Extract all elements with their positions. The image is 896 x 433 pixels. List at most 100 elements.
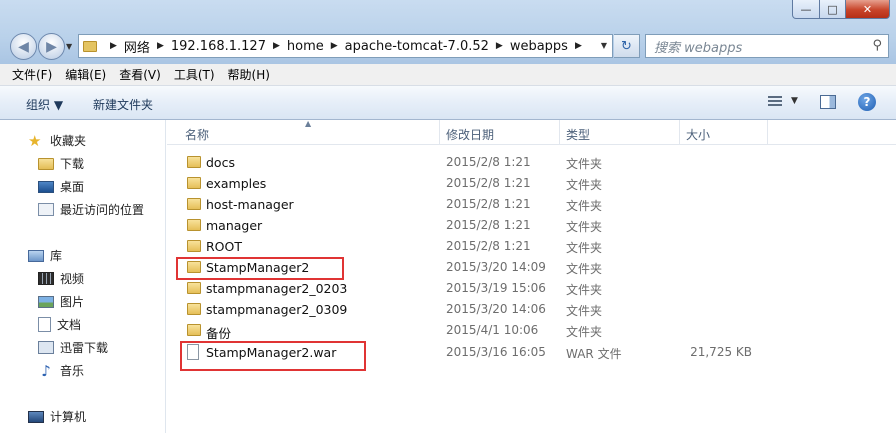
file-name: docs <box>206 155 235 170</box>
refresh-button[interactable]: ↻ <box>614 34 640 58</box>
menu-help[interactable]: 帮助(H) <box>228 66 270 83</box>
minimize-icon: — <box>800 2 812 16</box>
sidebar-item-favorites[interactable]: ★ 收藏夹 <box>28 132 86 149</box>
file-name: manager <box>206 218 263 233</box>
folder-icon <box>83 40 97 52</box>
chevron-right-icon[interactable]: ▶ <box>157 41 164 51</box>
sidebar-item-desktop[interactable]: 桌面 <box>38 178 84 195</box>
chevron-right-icon[interactable]: ▶ <box>110 41 117 51</box>
column-divider[interactable] <box>559 120 560 145</box>
column-divider[interactable] <box>767 120 768 145</box>
file-date: 2015/2/8 1:21 <box>446 239 531 253</box>
sort-arrow-icon: ▲ <box>305 119 312 128</box>
forward-button[interactable]: ▶ <box>38 33 65 60</box>
sidebar-item-music[interactable]: ♪ 音乐 <box>38 362 84 379</box>
sidebar-item-label: 迅雷下载 <box>60 341 109 355</box>
chevron-right-icon[interactable]: ▶ <box>331 41 338 51</box>
recent-pages-dropdown[interactable]: ▼ <box>66 42 72 51</box>
column-size[interactable]: 大小 <box>686 126 710 143</box>
maximize-button[interactable]: □ <box>820 0 846 19</box>
file-name: stampmanager2_0203 <box>206 281 348 296</box>
breadcrumb-network[interactable]: 网络 <box>124 37 150 56</box>
folder-icon <box>187 324 201 336</box>
view-options-icon[interactable] <box>768 96 782 108</box>
column-divider[interactable] <box>679 120 680 145</box>
file-type: 文件夹 <box>566 220 603 234</box>
sidebar-item-pictures[interactable]: 图片 <box>38 293 84 310</box>
sidebar-item-libraries[interactable]: 库 <box>28 247 62 264</box>
menu-tools[interactable]: 工具(T) <box>174 66 215 83</box>
address-bar[interactable]: ▶ 网络 ▶ 192.168.1.127 ▶ home ▶ apache-tom… <box>78 34 613 58</box>
menu-bar: 文件(F) 编辑(E) 查看(V) 工具(T) 帮助(H) <box>0 64 896 86</box>
file-row[interactable]: examples 2015/2/8 1:21 文件夹 <box>167 173 896 194</box>
breadcrumb-tomcat[interactable]: apache-tomcat-7.0.52 <box>345 39 489 54</box>
address-dropdown-icon[interactable]: ▼ <box>601 41 607 50</box>
breadcrumb-webapps[interactable]: webapps <box>510 39 568 54</box>
menu-view[interactable]: 查看(V) <box>119 66 161 83</box>
file-type: 文件夹 <box>566 325 603 339</box>
file-name: stampmanager2_0309 <box>206 302 348 317</box>
sidebar-item-thunder[interactable]: 迅雷下载 <box>38 339 108 356</box>
file-type: WAR 文件 <box>566 347 622 361</box>
folder-icon <box>187 240 201 252</box>
folder-icon <box>187 282 201 294</box>
menu-file[interactable]: 文件(F) <box>12 66 52 83</box>
organize-button[interactable]: 组织 ▼ <box>26 96 63 113</box>
chevron-right-icon[interactable]: ▶ <box>273 41 280 51</box>
download-folder-icon <box>38 157 54 170</box>
library-icon <box>28 249 44 262</box>
file-name: ROOT <box>206 239 242 254</box>
preview-pane-icon[interactable] <box>820 95 836 109</box>
file-row[interactable]: stampmanager2_0203 2015/3/19 15:06 文件夹 <box>167 278 896 299</box>
close-icon: ✕ <box>862 2 873 16</box>
column-type[interactable]: 类型 <box>566 126 590 143</box>
sidebar-item-label: 下载 <box>60 157 85 171</box>
command-bar: 组织 ▼ 新建文件夹 ▼ ? <box>0 86 896 120</box>
column-divider[interactable] <box>439 120 440 145</box>
music-icon: ♪ <box>41 361 51 380</box>
file-date: 2015/2/8 1:21 <box>446 155 531 169</box>
column-header: ▲ 名称 修改日期 类型 大小 <box>167 119 896 145</box>
chevron-right-icon[interactable]: ▶ <box>496 41 503 51</box>
file-date: 2015/2/8 1:21 <box>446 218 531 232</box>
file-row[interactable]: docs 2015/2/8 1:21 文件夹 <box>167 152 896 173</box>
sidebar-item-computer[interactable]: 计算机 <box>28 408 86 425</box>
back-button[interactable]: ◀ <box>10 33 37 60</box>
sidebar-item-recent[interactable]: 最近访问的位置 <box>38 201 144 218</box>
file-row[interactable]: stampmanager2_0309 2015/3/20 14:06 文件夹 <box>167 299 896 320</box>
file-type: 文件夹 <box>566 304 603 318</box>
view-dropdown-icon[interactable]: ▼ <box>791 96 798 106</box>
sidebar-item-documents[interactable]: 文档 <box>38 316 81 333</box>
video-icon <box>38 272 54 285</box>
file-row[interactable]: host-manager 2015/2/8 1:21 文件夹 <box>167 194 896 215</box>
sidebar-item-label: 最近访问的位置 <box>60 203 145 217</box>
file-type: 文件夹 <box>566 178 603 192</box>
window-controls: — □ ✕ <box>792 0 890 19</box>
chevron-right-icon[interactable]: ▶ <box>575 41 582 51</box>
close-button[interactable]: ✕ <box>846 0 890 19</box>
file-row[interactable]: 备份 2015/4/1 10:06 文件夹 <box>167 320 896 341</box>
minimize-button[interactable]: — <box>792 0 820 19</box>
file-date: 2015/3/16 16:05 <box>446 345 546 359</box>
file-type: 文件夹 <box>566 262 603 276</box>
sidebar-item-label: 计算机 <box>50 410 87 424</box>
menu-edit[interactable]: 编辑(E) <box>65 66 106 83</box>
column-name[interactable]: 名称 <box>185 126 209 143</box>
file-row[interactable]: ROOT 2015/2/8 1:21 文件夹 <box>167 236 896 257</box>
sidebar-item-downloads[interactable]: 下载 <box>38 155 84 172</box>
help-icon[interactable]: ? <box>858 93 876 111</box>
window-titlebar: — □ ✕ ◀ ▶ ▼ ▶ 网络 ▶ 192.168.1.127 ▶ home … <box>0 0 896 64</box>
column-date[interactable]: 修改日期 <box>446 126 494 143</box>
breadcrumb-home[interactable]: home <box>287 39 324 54</box>
desktop-icon <box>38 180 54 193</box>
folder-icon <box>187 219 201 231</box>
file-row[interactable]: manager 2015/2/8 1:21 文件夹 <box>167 215 896 236</box>
star-icon: ★ <box>28 131 42 150</box>
search-input[interactable]: 搜索 webapps ⚲ <box>645 34 889 58</box>
folder-icon <box>187 303 201 315</box>
sidebar-item-videos[interactable]: 视频 <box>38 270 84 287</box>
search-icon[interactable]: ⚲ <box>872 38 882 53</box>
highlight-box-stampmanager2 <box>176 257 344 280</box>
new-folder-button[interactable]: 新建文件夹 <box>93 96 153 113</box>
breadcrumb-host[interactable]: 192.168.1.127 <box>171 39 266 54</box>
